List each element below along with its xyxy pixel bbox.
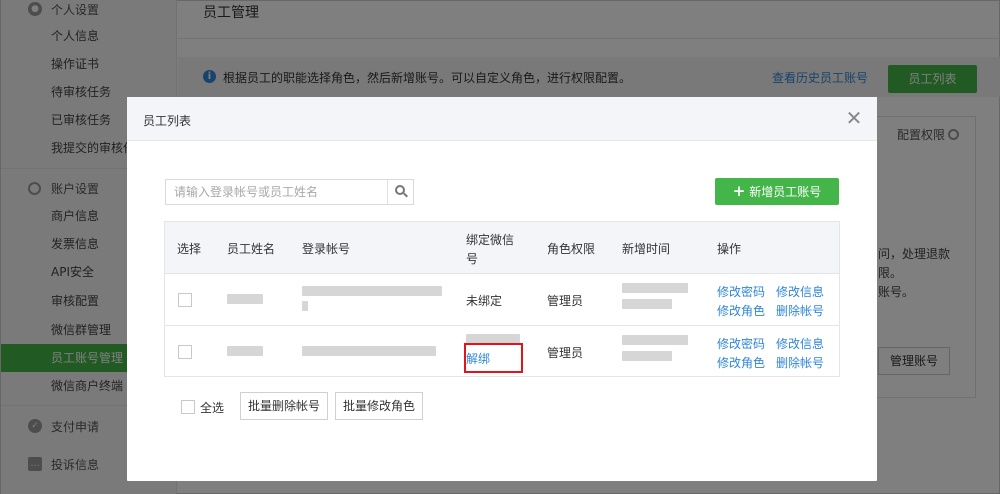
modify-info-link[interactable]: 修改信息 (776, 335, 824, 352)
redacted-created-time (622, 351, 672, 361)
redacted-created-date (622, 283, 688, 293)
modify-password-link[interactable]: 修改密码 (717, 283, 765, 300)
modify-role-link[interactable]: 修改角色 (717, 302, 765, 319)
redacted-login (302, 346, 436, 356)
col-select: 选择 (177, 242, 202, 256)
add-employee-label: 新增员工账号 (749, 185, 822, 199)
modify-role-link[interactable]: 修改角色 (717, 354, 765, 371)
batch-modify-role-button[interactable]: 批量修改角色 (335, 392, 423, 420)
add-employee-button[interactable]: + 新增员工账号 (715, 178, 839, 205)
delete-account-link[interactable]: 删除帐号 (776, 302, 824, 319)
redacted-created-date (622, 335, 688, 345)
row-checkbox[interactable] (178, 345, 192, 359)
delete-account-link[interactable]: 删除帐号 (776, 354, 824, 371)
table-header: 选择 员工姓名 登录帐号 绑定微信号 角色权限 新增时间 操作 (165, 222, 839, 274)
search-icon-handle (403, 192, 408, 198)
dialog-title: 员工列表 (143, 114, 192, 128)
col-actions: 操作 (717, 242, 742, 256)
col-role: 角色权限 (547, 242, 596, 256)
search-box (165, 179, 414, 205)
select-all-checkbox[interactable] (181, 400, 195, 414)
table-row: 未绑定 管理员 修改密码 修改信息 修改角色 删除帐号 (165, 274, 839, 325)
modify-info-link[interactable]: 修改信息 (776, 283, 824, 300)
col-created: 新增时间 (622, 242, 671, 256)
search-input[interactable] (166, 180, 388, 204)
modify-password-link[interactable]: 修改密码 (717, 335, 765, 352)
redacted-name (227, 346, 263, 356)
dialog-header: 员工列表 ✕ (127, 97, 877, 141)
col-name: 员工姓名 (227, 242, 276, 256)
search-button[interactable] (387, 180, 413, 204)
plus-icon: + (732, 182, 746, 200)
role-value: 管理员 (547, 294, 584, 308)
role-value: 管理员 (547, 346, 584, 360)
redacted-login (302, 301, 308, 311)
redacted-name (227, 294, 263, 304)
batch-delete-button[interactable]: 批量删除帐号 (240, 392, 328, 420)
col-login: 登录帐号 (302, 242, 351, 256)
col-wechat: 绑定微信号 (466, 233, 515, 266)
wechat-status: 未绑定 (466, 294, 503, 308)
redacted-login (302, 286, 442, 296)
highlight-annotation-box (464, 343, 523, 373)
redacted-created-time (622, 299, 672, 309)
close-icon[interactable]: ✕ (845, 107, 863, 129)
select-all-label: 全选 (200, 401, 225, 415)
redacted-wechat-id (466, 334, 520, 343)
employee-list-dialog: 员工列表 ✕ +新增员工账号 选择 员工姓名 登录帐号 绑定微信号 角色权限 新… (127, 97, 877, 481)
row-checkbox[interactable] (178, 293, 192, 307)
